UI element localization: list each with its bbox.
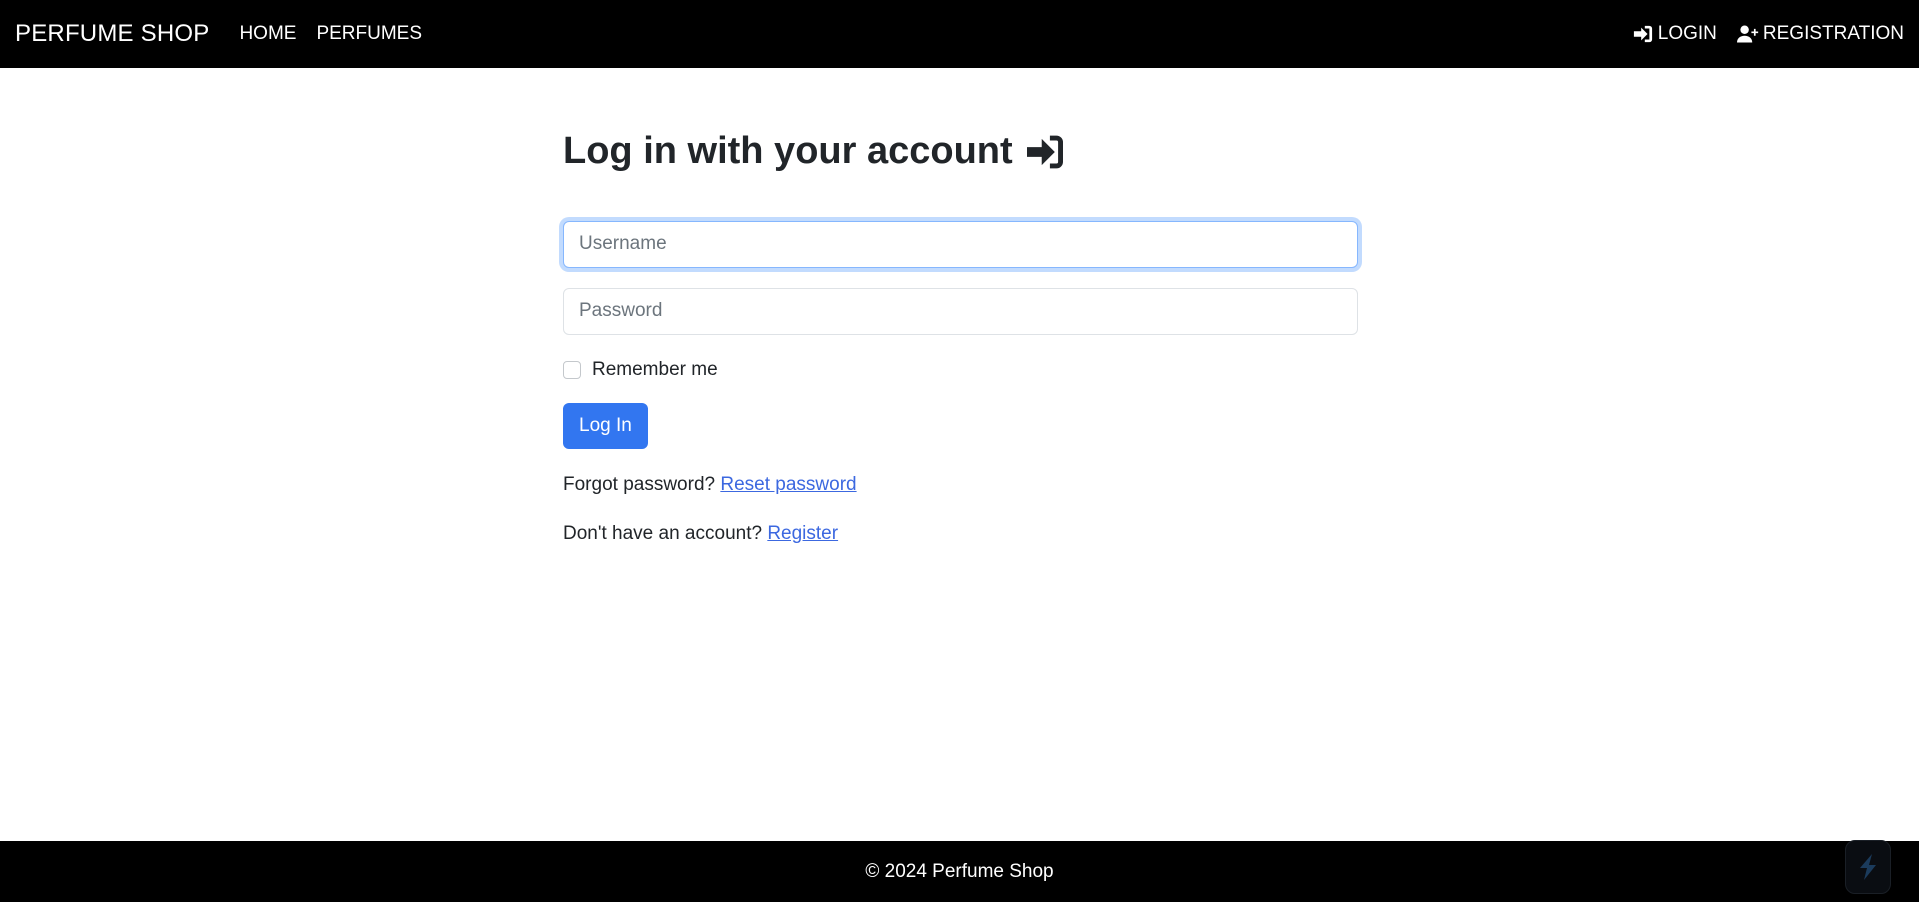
nav-registration-label: REGISTRATION	[1762, 23, 1904, 44]
forgot-password-line: Forgot password? Reset password	[563, 473, 1358, 498]
nav-login-link[interactable]: LOGIN	[1632, 23, 1717, 45]
nav-perfumes-link[interactable]: PERFUMES	[316, 23, 422, 45]
page-title: Log in with your account	[563, 129, 1358, 175]
remember-me-checkbox[interactable]	[563, 360, 581, 379]
login-form-container: Log in with your account Remember me Log…	[563, 68, 1358, 547]
forgot-password-text: Forgot password?	[563, 473, 716, 495]
page-title-text: Log in with your account	[563, 130, 1013, 172]
login-button[interactable]: Log In	[563, 402, 648, 449]
reset-password-link[interactable]: Reset password	[720, 474, 856, 495]
brand-link[interactable]: PERFUME SHOP	[15, 20, 209, 48]
nav-left: PERFUME SHOP HOME PERFUMES	[15, 20, 442, 48]
nav-home-link[interactable]: HOME	[239, 23, 296, 45]
remember-me-row: Remember me	[563, 359, 1358, 381]
remember-me-label: Remember me	[592, 358, 718, 380]
footer: © 2024 Perfume Shop	[0, 841, 1919, 902]
no-account-text: Don't have an account?	[563, 523, 763, 545]
footer-copyright: © 2024 Perfume Shop	[865, 860, 1054, 882]
nav-right: LOGIN REGISTRATION	[1612, 23, 1904, 45]
sign-in-icon	[1023, 134, 1067, 170]
user-plus-icon	[1736, 24, 1759, 44]
register-link[interactable]: Register	[767, 523, 838, 544]
password-input[interactable]	[563, 287, 1358, 335]
floating-widget-button[interactable]	[1845, 840, 1891, 894]
page: PERFUME SHOP HOME PERFUMES LOGIN REGISTR…	[0, 0, 1919, 902]
nav-registration-link[interactable]: REGISTRATION	[1736, 23, 1904, 45]
no-account-line: Don't have an account? Register	[563, 522, 1358, 547]
sign-in-icon	[1632, 24, 1654, 44]
nav-login-label: LOGIN	[1657, 23, 1717, 44]
lightning-icon	[1860, 854, 1876, 880]
navbar: PERFUME SHOP HOME PERFUMES LOGIN REGISTR…	[0, 0, 1919, 68]
username-input[interactable]	[563, 220, 1358, 268]
